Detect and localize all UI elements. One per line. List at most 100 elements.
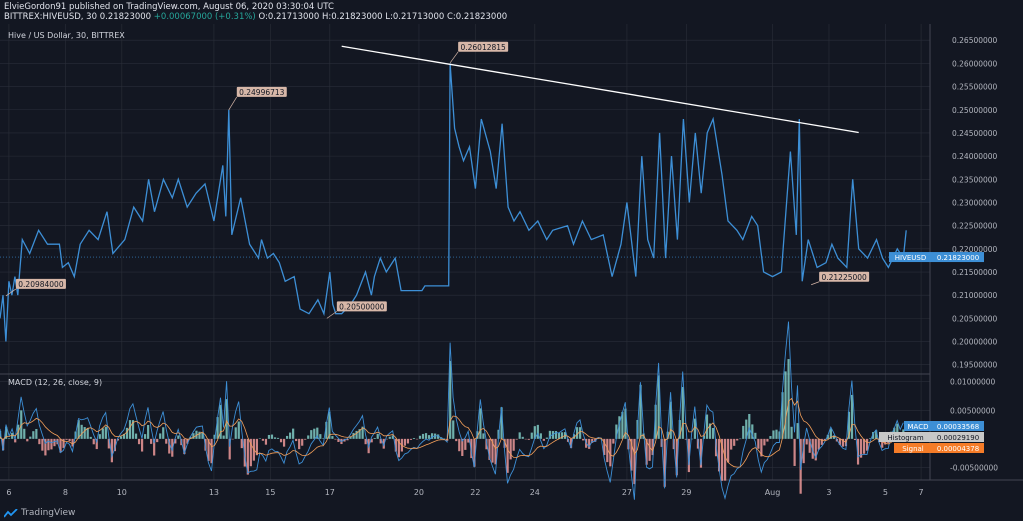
- histogram-bar: [415, 438, 419, 440]
- histogram-bar: [452, 420, 455, 439]
- histogram-bar: [273, 437, 277, 439]
- tradingview-footer[interactable]: TradingView: [3, 507, 76, 518]
- callout-leader: [449, 51, 459, 64]
- histogram-bar: [29, 436, 32, 439]
- histogram-bar: [80, 424, 83, 439]
- histogram-bar: [409, 438, 413, 440]
- grid-lines: [0, 24, 930, 480]
- histogram-bar: [125, 427, 129, 439]
- histogram-bar: [150, 438, 153, 444]
- histogram-bar: [334, 438, 337, 440]
- histogram-bar: [787, 359, 790, 439]
- histogram-bar: [237, 421, 240, 439]
- axis-tag-name: Histogram: [887, 434, 923, 442]
- y-tick-label: 0.25000000: [952, 106, 998, 115]
- histogram-bar: [784, 371, 787, 439]
- histogram-bar: [234, 427, 237, 439]
- x-tick-label: 29: [681, 488, 691, 497]
- y-tick-label: 0.23500000: [952, 175, 998, 184]
- macd-y-tick-label: 0.01000000: [950, 378, 996, 387]
- histogram-bar: [134, 433, 138, 439]
- histogram-bar: [267, 434, 271, 439]
- x-tick-label: 7: [919, 488, 924, 497]
- histogram-bar: [38, 438, 41, 445]
- axis-tag-name: MACD: [908, 423, 929, 431]
- histogram-bar: [32, 431, 35, 439]
- histogram-bar: [258, 438, 262, 439]
- y-tick-label: 0.21500000: [952, 268, 998, 277]
- x-tick-label: 8: [63, 488, 68, 497]
- histogram-bar: [165, 438, 168, 444]
- histogram-bar: [421, 433, 425, 439]
- histogram-bar: [509, 438, 512, 460]
- callout-leader: [811, 281, 820, 286]
- histogram-bar: [26, 438, 29, 442]
- histogram-bar: [748, 413, 751, 439]
- callout-label: 0.20500000: [339, 302, 385, 311]
- price-and-macd-chart[interactable]: Hive / US Dollar, 30, BITTREX MACD (12, …: [0, 0, 1023, 520]
- histogram-bar: [35, 428, 38, 439]
- histogram-bar: [289, 432, 292, 439]
- y-tick-label: 0.24000000: [952, 152, 998, 161]
- y-tick-label: 0.25500000: [952, 83, 998, 92]
- histogram-bar: [763, 438, 766, 446]
- histogram-bar: [769, 436, 772, 439]
- histogram-bar: [515, 438, 518, 440]
- callout-leader: [326, 311, 338, 319]
- callout-label: 0.24996713: [239, 88, 285, 97]
- histogram-bar: [331, 436, 334, 439]
- footer-brand: TradingView: [21, 508, 76, 518]
- histogram-bar: [304, 438, 307, 440]
- histogram-bar: [742, 425, 745, 439]
- histogram-bar: [790, 426, 793, 439]
- histogram-bar: [711, 427, 715, 439]
- x-tick-label: 22: [470, 488, 480, 497]
- histogram-bar: [373, 437, 376, 439]
- histogram-bar: [482, 433, 485, 439]
- macd-line: [0, 321, 904, 500]
- histogram-bar: [832, 435, 835, 439]
- histogram-bar: [298, 438, 301, 450]
- histogram-bar: [582, 438, 585, 441]
- y-tick-label: 0.21000000: [952, 291, 998, 300]
- histogram-bar: [727, 438, 730, 463]
- y-tick-label: 0.19500000: [952, 361, 998, 370]
- histogram-bar: [412, 438, 416, 439]
- histogram-bar: [766, 438, 769, 442]
- axis-tag-value: 0.21823000: [937, 254, 979, 262]
- histogram-bar: [862, 438, 866, 454]
- histogram-bar: [89, 436, 92, 439]
- x-tick-label: 24: [530, 488, 540, 497]
- histogram-bar: [162, 427, 165, 439]
- histogram-bar: [147, 425, 150, 439]
- histogram-bar: [733, 438, 736, 446]
- histogram-bar: [464, 438, 467, 450]
- histogram-bar: [579, 427, 582, 439]
- histogram-bar: [681, 387, 684, 439]
- x-tick-label: 13: [209, 488, 219, 497]
- histogram-bar: [8, 438, 11, 439]
- histogram-bar: [310, 430, 313, 439]
- histogram-bar: [307, 435, 310, 439]
- histogram-bar: [796, 423, 799, 439]
- histogram-bar: [279, 438, 283, 443]
- x-tick-label: 17: [325, 488, 335, 497]
- histogram-bar: [530, 432, 533, 439]
- price-axis-ticks: 0.26500000 0.26000000 0.25500000 0.25000000…: [952, 36, 998, 370]
- histogram-bar: [458, 438, 461, 452]
- x-tick-label: 15: [265, 488, 275, 497]
- macd-y-tick-label: 0.00500000: [950, 406, 996, 415]
- axis-tag-value: 0.00029190: [937, 434, 979, 442]
- y-tick-label: 0.24500000: [952, 129, 998, 138]
- histogram-bar: [648, 438, 651, 461]
- histogram-bar: [276, 437, 280, 439]
- histogram-bar: [705, 414, 709, 439]
- histogram-bar: [177, 435, 180, 439]
- histogram-bar: [98, 434, 101, 439]
- signal-line: [0, 397, 904, 468]
- x-tick-label: 27: [622, 488, 632, 497]
- histogram-bar: [104, 426, 107, 439]
- histogram-bar: [403, 438, 407, 446]
- histogram-bar: [518, 432, 521, 439]
- histogram-bar: [739, 438, 742, 440]
